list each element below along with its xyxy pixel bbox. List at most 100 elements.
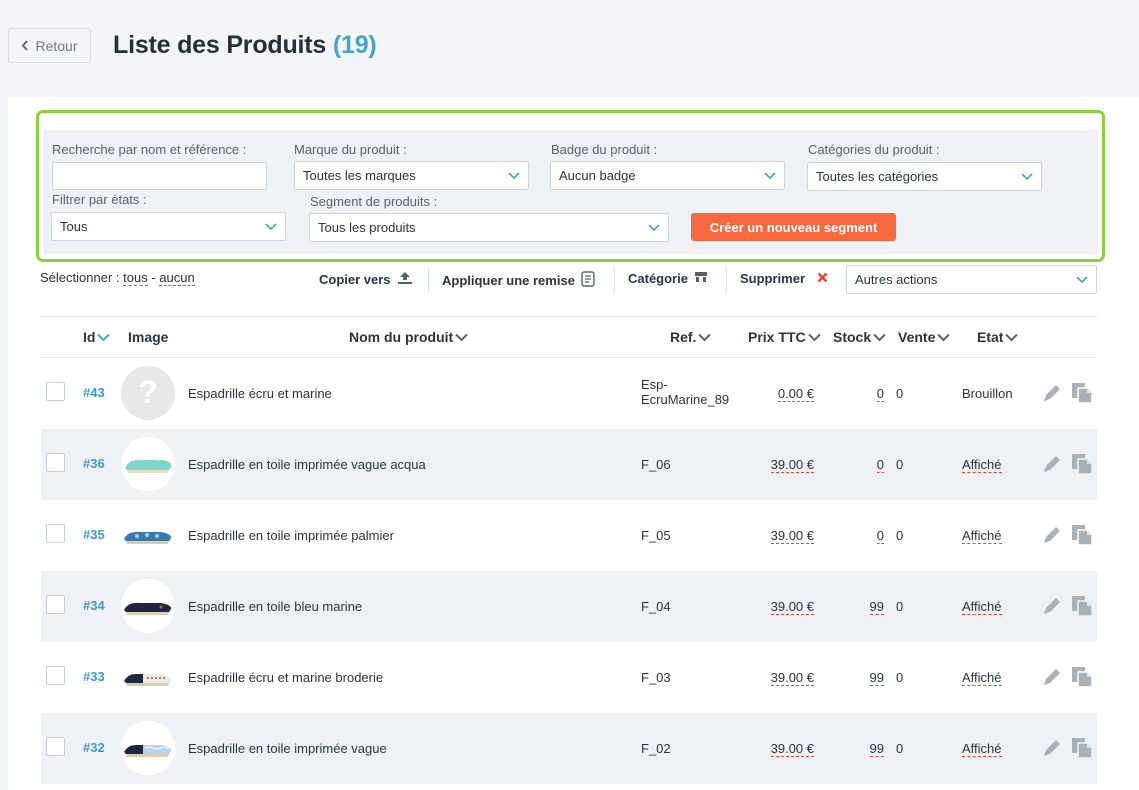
categories-select[interactable]: Toutes les catégories — [807, 162, 1042, 191]
chevron-down-icon — [265, 220, 277, 232]
product-id-link[interactable]: #43 — [83, 385, 105, 400]
row-checkbox[interactable] — [46, 382, 65, 401]
row-checkbox[interactable] — [46, 666, 65, 685]
category-button[interactable]: Catégorie — [628, 271, 708, 286]
product-thumbnail — [121, 579, 175, 633]
state-select[interactable]: Tous — [51, 212, 286, 241]
categories-select-value: Toutes les catégories — [816, 169, 939, 184]
product-thumbnail: ? — [121, 366, 175, 420]
brand-select[interactable]: Toutes les marques — [294, 161, 529, 190]
col-id[interactable]: Id — [83, 329, 111, 345]
copy-icon[interactable] — [1070, 737, 1094, 764]
pencil-icon[interactable] — [1041, 737, 1063, 764]
delete-button[interactable]: Supprimer — [740, 271, 828, 286]
copy-to-button[interactable]: Copier vers — [319, 271, 413, 288]
col-name[interactable]: Nom du produit — [349, 329, 468, 345]
col-stock-label: Stock — [833, 329, 872, 345]
copy-icon[interactable] — [1070, 524, 1094, 551]
product-state[interactable]: Affiché — [962, 599, 1002, 615]
pencil-icon[interactable] — [1041, 524, 1063, 551]
brand-label: Marque du produit : — [294, 142, 407, 157]
pencil-icon[interactable] — [1041, 666, 1063, 693]
upload-icon — [397, 271, 413, 288]
chevron-down-icon — [455, 329, 468, 345]
col-ref[interactable]: Ref. — [670, 329, 712, 345]
product-id-link[interactable]: #33 — [83, 669, 105, 684]
select-dash: - — [151, 270, 156, 285]
product-count: (19) — [332, 31, 377, 59]
row-checkbox[interactable] — [46, 453, 65, 472]
divider — [726, 268, 727, 292]
product-stock[interactable]: 99 — [869, 599, 884, 615]
col-state[interactable]: Etat — [977, 329, 1019, 345]
segment-select-value: Tous les produits — [318, 220, 416, 235]
other-actions-select[interactable]: Autres actions — [846, 265, 1097, 294]
select-all-link[interactable]: tous — [123, 270, 148, 286]
product-stock[interactable]: 0 — [876, 528, 884, 544]
pencil-icon[interactable] — [1041, 382, 1063, 409]
product-name: Espadrille écru et marine broderie — [188, 670, 384, 685]
col-price[interactable]: Prix TTC — [748, 329, 821, 345]
question-icon: ? — [121, 366, 175, 420]
row-checkbox[interactable] — [46, 595, 65, 614]
col-sales[interactable]: Vente — [898, 329, 951, 345]
row-checkbox[interactable] — [46, 524, 65, 543]
product-ref: F_02 — [641, 741, 671, 756]
product-stock[interactable]: 99 — [869, 741, 884, 757]
page-title-text: Liste des Produits — [113, 31, 327, 59]
product-id-link[interactable]: #32 — [83, 740, 105, 755]
col-ref-label: Ref. — [670, 329, 697, 345]
product-price[interactable]: 39.00 € — [770, 528, 814, 544]
product-ref-line: Esp- — [641, 377, 668, 392]
product-ref: F_06 — [641, 457, 671, 472]
col-image-label: Image — [128, 329, 169, 345]
product-name: Espadrille en toile imprimée vague — [188, 741, 387, 756]
copy-icon[interactable] — [1070, 453, 1094, 480]
receipt-icon — [581, 271, 595, 290]
product-state[interactable]: Affiché — [962, 528, 1002, 544]
product-id-link[interactable]: #35 — [83, 527, 105, 542]
chevron-left-icon — [21, 38, 29, 54]
chevron-down-icon — [937, 329, 951, 345]
product-state[interactable]: Affiché — [962, 670, 1002, 686]
select-none-link[interactable]: aucun — [159, 270, 195, 286]
product-stock[interactable]: 0 — [876, 457, 884, 473]
search-input[interactable] — [52, 162, 267, 190]
chevron-down-icon — [807, 329, 821, 345]
product-state[interactable]: Affiché — [962, 741, 1002, 757]
badge-label: Badge du produit : — [551, 142, 658, 157]
product-name: Espadrille en toile imprimée vague acqua — [188, 457, 426, 472]
table-row: #32 Espadrille en toile imprimée vague F… — [41, 713, 1097, 784]
product-stock[interactable]: 99 — [869, 670, 884, 686]
back-label: Retour — [35, 37, 78, 54]
product-price[interactable]: 39.00 € — [770, 741, 814, 757]
product-price[interactable]: 39.00 € — [770, 599, 814, 615]
product-price[interactable]: 39.00 € — [770, 670, 814, 686]
product-price[interactable]: 39.00 € — [770, 457, 814, 473]
pencil-icon[interactable] — [1041, 453, 1063, 480]
pencil-icon[interactable] — [1041, 595, 1063, 622]
other-actions-value: Autres actions — [855, 272, 938, 287]
product-id-link[interactable]: #34 — [83, 598, 105, 613]
product-stock[interactable]: 0 — [876, 386, 884, 402]
product-state[interactable]: Affiché — [962, 457, 1002, 473]
product-price[interactable]: 0.00 € — [777, 386, 814, 402]
product-sales: 0 — [896, 528, 904, 543]
chevron-down-icon — [508, 169, 520, 181]
new-segment-button[interactable]: Créer un nouveau segment — [691, 213, 896, 241]
col-stock[interactable]: Stock — [833, 329, 886, 345]
apply-discount-button[interactable]: Appliquer une remise — [442, 271, 595, 290]
divider — [428, 268, 429, 292]
badge-select-value: Aucun badge — [559, 168, 636, 183]
product-thumbnail — [121, 650, 175, 704]
copy-icon[interactable] — [1070, 595, 1094, 622]
back-button[interactable]: Retour — [8, 28, 91, 63]
chevron-down-icon — [1021, 170, 1033, 182]
copy-icon[interactable] — [1070, 666, 1094, 693]
product-ref: F_03 — [641, 670, 671, 685]
product-id-link[interactable]: #36 — [83, 456, 105, 471]
copy-icon[interactable] — [1070, 382, 1094, 409]
badge-select[interactable]: Aucun badge — [550, 161, 785, 190]
row-checkbox[interactable] — [46, 737, 65, 756]
segment-select[interactable]: Tous les produits — [309, 213, 669, 242]
